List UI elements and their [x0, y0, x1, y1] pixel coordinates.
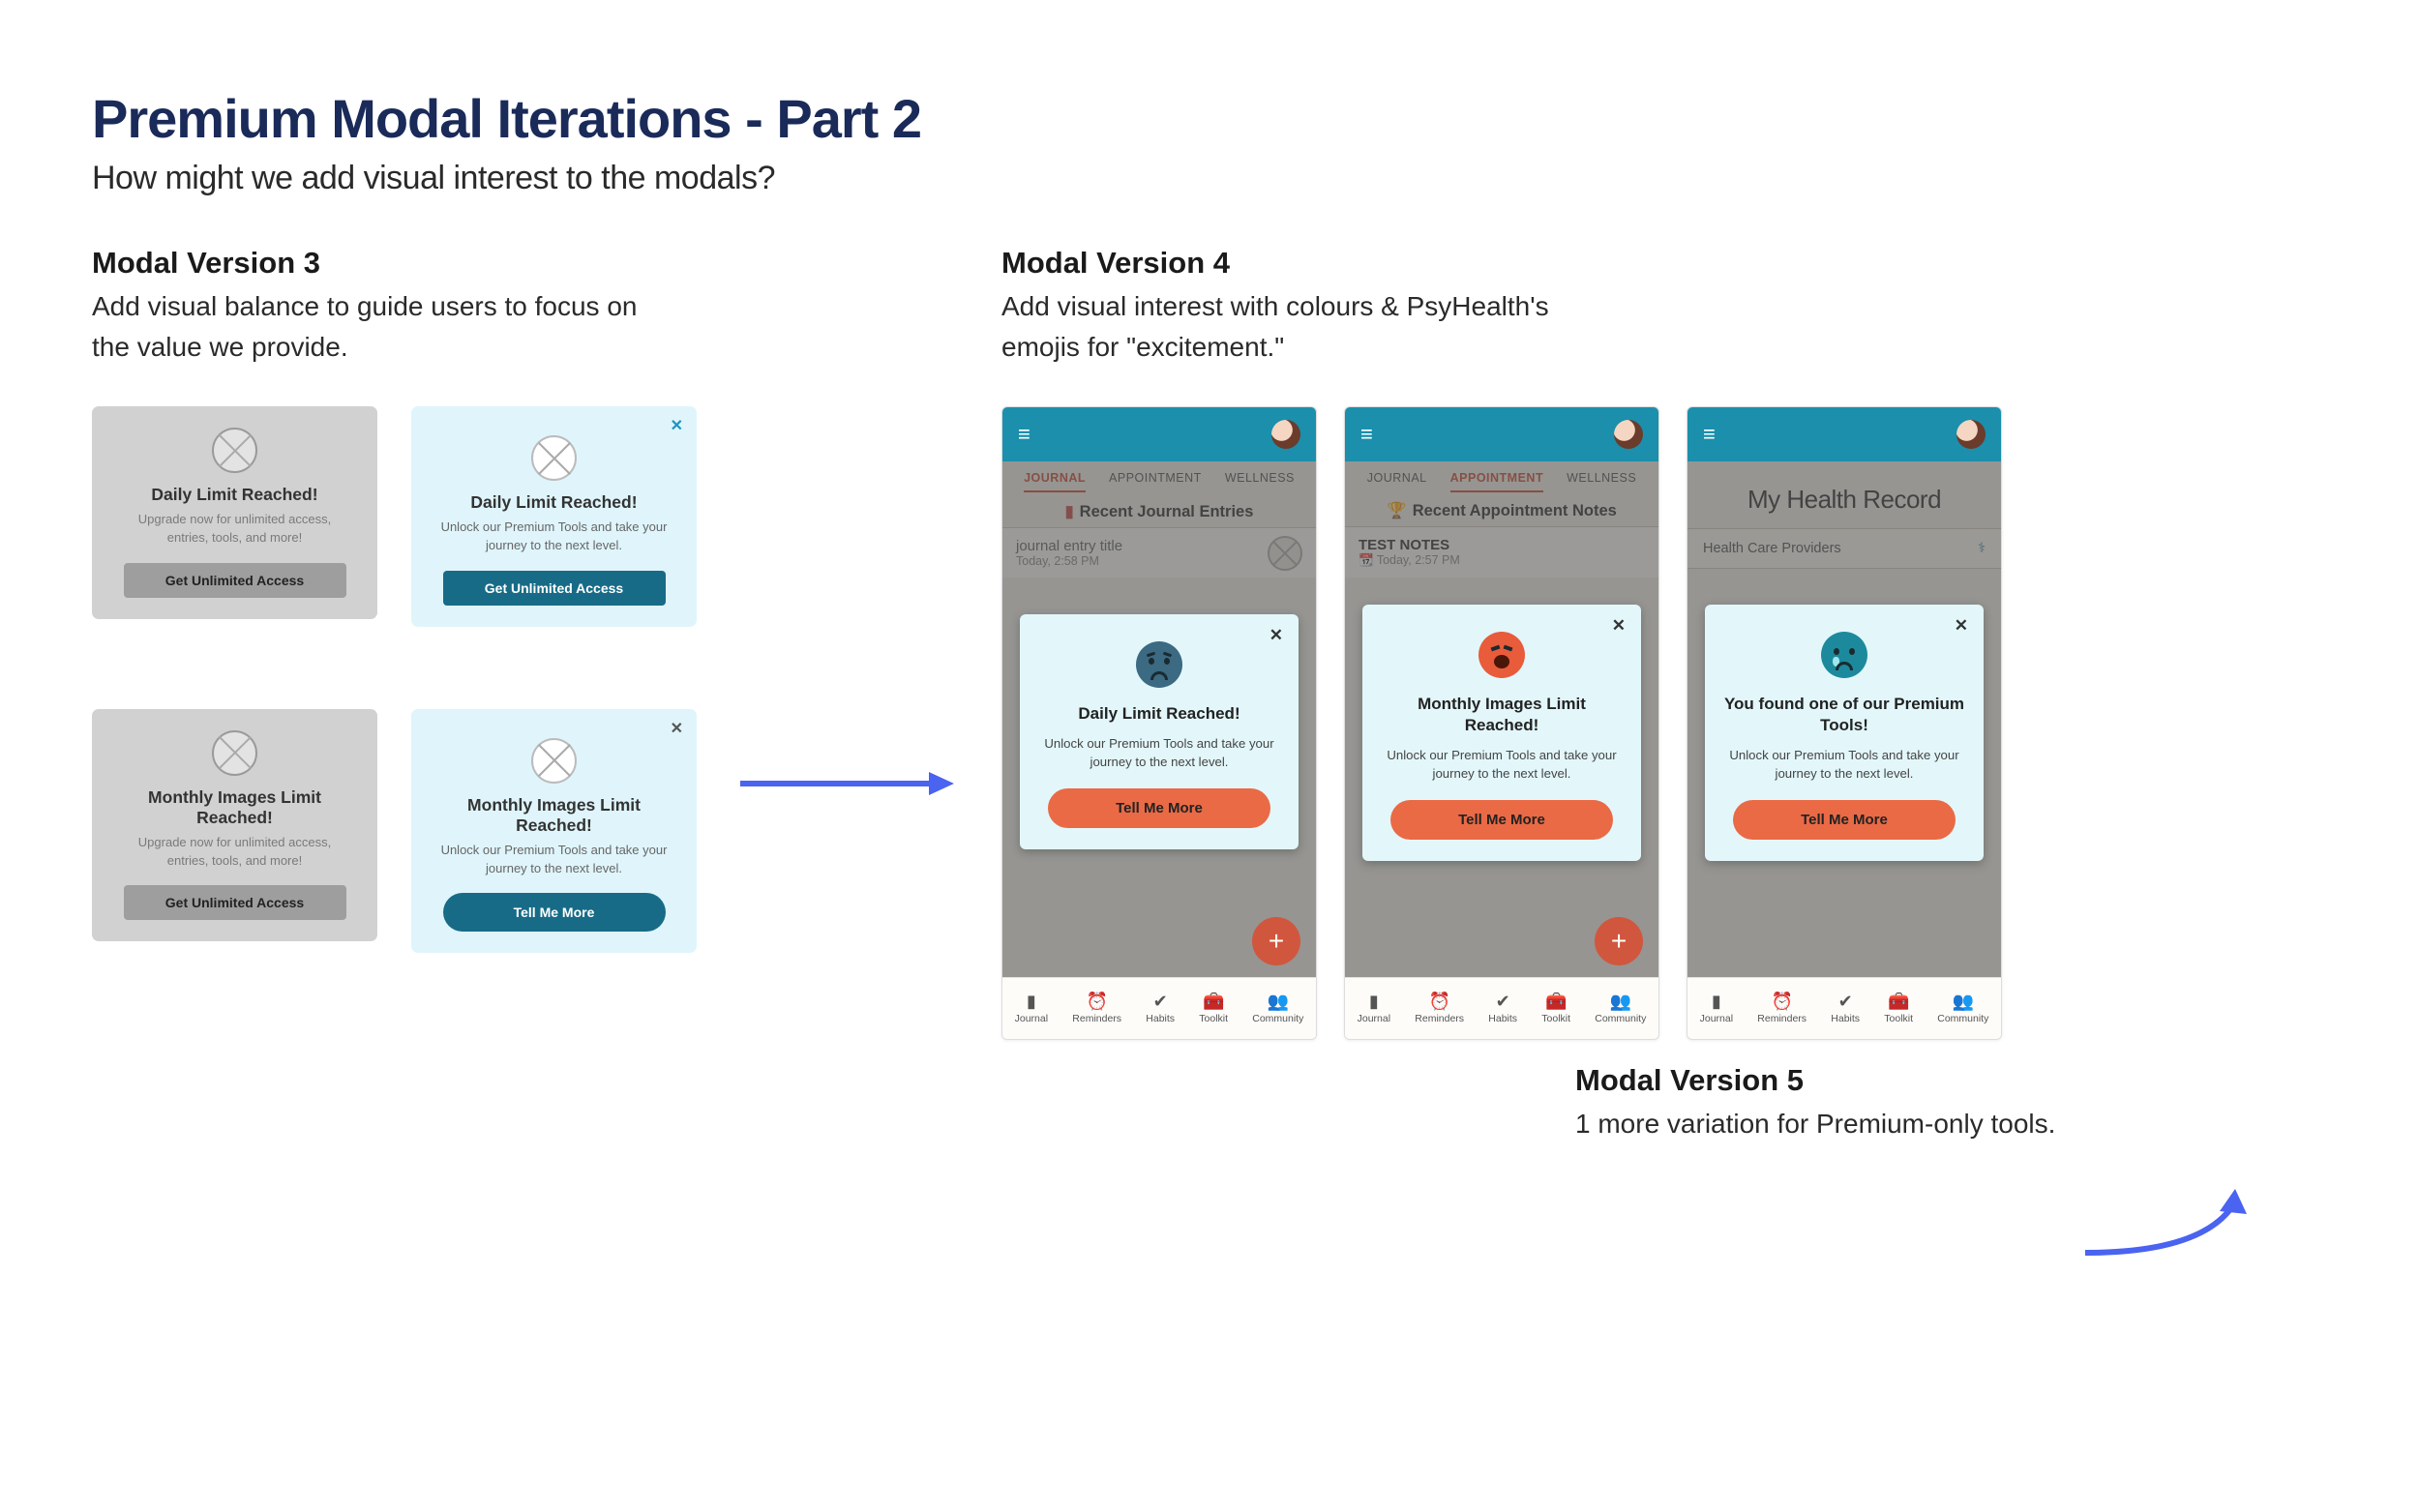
v5-title: Modal Version 5 [1575, 1063, 2361, 1098]
close-icon[interactable]: ✕ [1955, 616, 1968, 636]
nav-journal[interactable]: ▮Journal [1015, 993, 1048, 1024]
community-nav-icon: 👥 [1610, 993, 1631, 1010]
nav-journal[interactable]: ▮Journal [1700, 993, 1733, 1024]
modal-title: Monthly Images Limit Reached! [1380, 694, 1624, 736]
close-icon[interactable]: ✕ [1612, 616, 1626, 636]
close-icon[interactable]: ✕ [671, 719, 683, 738]
premium-modal-daily: ✕ Daily Limit Reached! Unlock our Premiu… [1020, 614, 1299, 849]
v3-title: Modal Version 3 [92, 246, 885, 281]
tab-bar: ▮Journal ⏰Reminders ✔Habits 🧰Toolkit 👥Co… [1345, 977, 1658, 1039]
nav-habits[interactable]: ✔Habits [1146, 993, 1175, 1024]
nav-toolkit[interactable]: 🧰Toolkit [1199, 993, 1228, 1024]
fab-add[interactable]: + [1595, 917, 1643, 965]
reminders-nav-icon: ⏰ [1771, 993, 1792, 1010]
v4-title: Modal Version 4 [1001, 246, 2361, 281]
placeholder-icon [212, 730, 257, 776]
v3-card-monthly-gray: Monthly Images Limit Reached! Upgrade no… [92, 709, 377, 942]
nav-journal[interactable]: ▮Journal [1358, 993, 1390, 1024]
close-icon[interactable]: ✕ [671, 416, 683, 435]
placeholder-icon [531, 738, 577, 784]
reminders-nav-icon: ⏰ [1428, 993, 1449, 1010]
sad-emoji-icon [1136, 641, 1182, 688]
card-title: Daily Limit Reached! [431, 492, 677, 513]
arrow-right-icon [735, 764, 958, 803]
app-bar: ≡ [1687, 407, 2001, 461]
app-bar: ≡ [1002, 407, 1316, 461]
tell-me-more-button[interactable]: Tell Me More [1048, 788, 1270, 828]
close-icon[interactable]: ✕ [1269, 626, 1283, 645]
toolkit-nav-icon: 🧰 [1888, 993, 1909, 1010]
angry-emoji-icon [1478, 632, 1525, 678]
card-desc: Upgrade now for unlimited access, entrie… [111, 834, 358, 871]
card-title: Monthly Images Limit Reached! [111, 787, 358, 828]
card-desc: Unlock our Premium Tools and take your j… [431, 519, 677, 555]
card-title: Daily Limit Reached! [111, 485, 358, 505]
journal-nav-icon: ▮ [1027, 993, 1036, 1010]
v3-card-daily-cyan: ✕ Daily Limit Reached! Unlock our Premiu… [411, 406, 697, 627]
nav-community[interactable]: 👥Community [1252, 993, 1303, 1024]
nav-reminders[interactable]: ⏰Reminders [1757, 993, 1807, 1024]
community-nav-icon: 👥 [1268, 993, 1289, 1010]
reminders-nav-icon: ⏰ [1086, 993, 1107, 1010]
get-unlimited-button[interactable]: Get Unlimited Access [443, 571, 666, 606]
nav-toolkit[interactable]: 🧰Toolkit [1541, 993, 1570, 1024]
arrow-curve-icon [2080, 1185, 2274, 1272]
hamburger-icon[interactable]: ≡ [1703, 422, 1716, 447]
placeholder-icon [212, 428, 257, 473]
tab-bar: ▮Journal ⏰Reminders ✔Habits 🧰Toolkit 👥Co… [1687, 977, 2001, 1039]
card-desc: Unlock our Premium Tools and take your j… [431, 842, 677, 878]
card-desc: Upgrade now for unlimited access, entrie… [111, 511, 358, 548]
premium-modal-tools: ✕ You found one of our Premium Tools! Un… [1705, 605, 1984, 861]
tell-me-more-button[interactable]: Tell Me More [1390, 800, 1613, 840]
nav-community[interactable]: 👥Community [1595, 993, 1646, 1024]
toolkit-nav-icon: 🧰 [1545, 993, 1567, 1010]
nav-habits[interactable]: ✔Habits [1831, 993, 1860, 1024]
get-unlimited-button[interactable]: Get Unlimited Access [124, 885, 346, 920]
modal-title: Daily Limit Reached! [1037, 703, 1281, 725]
journal-nav-icon: ▮ [1369, 993, 1379, 1010]
placeholder-icon [531, 435, 577, 481]
v3-desc: Add visual balance to guide users to foc… [92, 286, 672, 368]
habits-nav-icon: ✔ [1153, 993, 1168, 1010]
page-title: Premium Modal Iterations - Part 2 [92, 87, 2361, 150]
premium-modal-monthly: ✕ Monthly Images Limit Reached! Unlock o… [1362, 605, 1641, 861]
hamburger-icon[interactable]: ≡ [1360, 422, 1373, 447]
v5-desc: 1 more variation for Premium-only tools. [1575, 1104, 2361, 1144]
cry-emoji-icon [1821, 632, 1867, 678]
community-nav-icon: 👥 [1953, 993, 1974, 1010]
app-bar: ≡ [1345, 407, 1658, 461]
modal-desc: Unlock our Premium Tools and take your j… [1722, 746, 1966, 783]
habits-nav-icon: ✔ [1496, 993, 1510, 1010]
tell-me-more-button[interactable]: Tell Me More [1733, 800, 1956, 840]
card-title: Monthly Images Limit Reached! [431, 795, 677, 836]
habits-nav-icon: ✔ [1838, 993, 1853, 1010]
fab-add[interactable]: + [1252, 917, 1300, 965]
avatar[interactable] [1271, 420, 1300, 449]
nav-toolkit[interactable]: 🧰Toolkit [1884, 993, 1913, 1024]
avatar[interactable] [1614, 420, 1643, 449]
hamburger-icon[interactable]: ≡ [1018, 422, 1030, 447]
modal-desc: Unlock our Premium Tools and take your j… [1380, 746, 1624, 783]
phone-mock-health-record: ≡ My Health Record Health Care Providers… [1687, 406, 2002, 1040]
page-subtitle: How might we add visual interest to the … [92, 160, 2361, 197]
journal-nav-icon: ▮ [1712, 993, 1721, 1010]
get-unlimited-button[interactable]: Get Unlimited Access [124, 563, 346, 598]
nav-reminders[interactable]: ⏰Reminders [1415, 993, 1464, 1024]
nav-habits[interactable]: ✔Habits [1488, 993, 1517, 1024]
tell-me-more-button[interactable]: Tell Me More [443, 893, 666, 932]
modal-title: You found one of our Premium Tools! [1722, 694, 1966, 736]
modal-desc: Unlock our Premium Tools and take your j… [1037, 734, 1281, 771]
nav-reminders[interactable]: ⏰Reminders [1072, 993, 1121, 1024]
toolkit-nav-icon: 🧰 [1203, 993, 1224, 1010]
nav-community[interactable]: 👥Community [1937, 993, 1988, 1024]
v3-card-monthly-cyan: ✕ Monthly Images Limit Reached! Unlock o… [411, 709, 697, 954]
v3-card-daily-gray: Daily Limit Reached! Upgrade now for unl… [92, 406, 377, 619]
phone-mock-appointment: ≡ JOURNAL APPOINTMENT WELLNESS 🏆Recent A… [1344, 406, 1659, 1040]
v4-desc: Add visual interest with colours & PsyHe… [1001, 286, 1582, 368]
tab-bar: ▮Journal ⏰Reminders ✔Habits 🧰Toolkit 👥Co… [1002, 977, 1316, 1039]
avatar[interactable] [1956, 420, 1986, 449]
phone-mock-journal: ≡ JOURNAL APPOINTMENT WELLNESS ▮Recent J… [1001, 406, 1317, 1040]
